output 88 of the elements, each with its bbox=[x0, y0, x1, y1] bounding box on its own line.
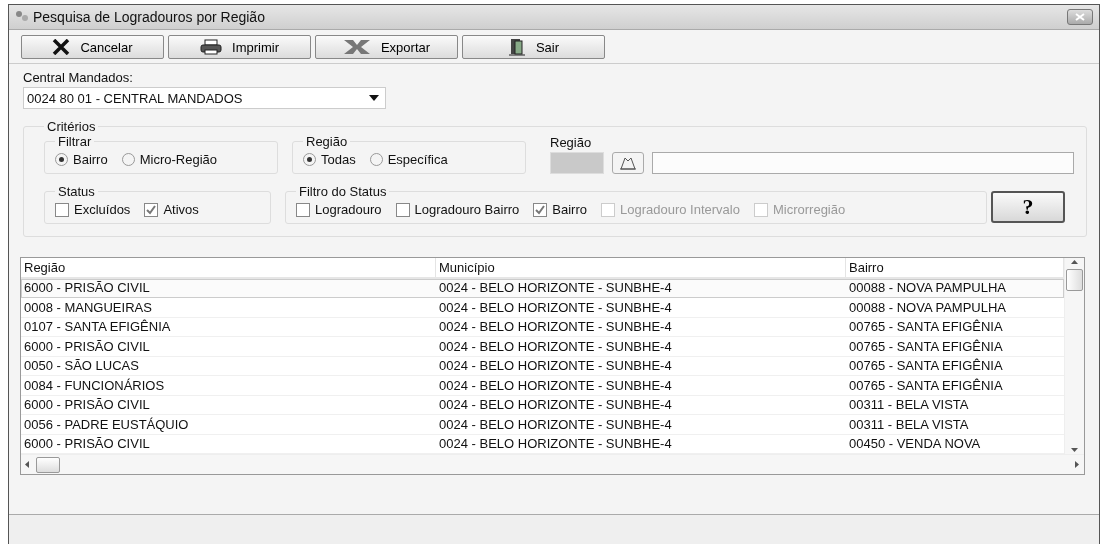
table-cell-text: 00088 - NOVA PAMPULHA bbox=[848, 299, 1008, 315]
table-cell-text: 0024 - BELO HORIZONTE - SUNBHE-4 bbox=[438, 338, 673, 354]
table-cell-text: 00765 - SANTA EFIGÊNIA bbox=[848, 319, 1004, 335]
table-cell-text: 00450 - VENDA NOVA bbox=[848, 436, 982, 452]
scroll-arrow-icon[interactable] bbox=[1071, 447, 1078, 452]
export-button[interactable]: Exportar bbox=[315, 35, 458, 59]
checkbox[interactable] bbox=[533, 202, 548, 217]
table-cell-text: 0024 - BELO HORIZONTE - SUNBHE-4 bbox=[438, 416, 673, 432]
print-button[interactable]: Imprimir bbox=[168, 35, 311, 59]
option-label: Excluídos bbox=[74, 202, 131, 217]
table-cell-text: 0084 - FUNCIONÁRIOS bbox=[23, 377, 166, 393]
dropdown-arrow-icon bbox=[369, 95, 379, 101]
column-header[interactable]: Município bbox=[436, 258, 846, 277]
radio-button[interactable] bbox=[369, 153, 383, 166]
exit-button[interactable]: Sair bbox=[462, 35, 605, 59]
lookup-button[interactable] bbox=[612, 152, 644, 174]
vertical-scrollbar[interactable] bbox=[1064, 258, 1084, 454]
table-row[interactable]: 0056 - PADRE EUSTÁQUIO 0024 - BELO HORIZONTE - SUNBHE-4 00311 - BELA VISTA bbox=[21, 415, 1064, 435]
option-label: Logradouro Bairro bbox=[414, 202, 520, 217]
cross-icon bbox=[52, 39, 71, 55]
option-label: Logradouro bbox=[315, 202, 382, 217]
table-cell-text: 0024 - BELO HORIZONTE - SUNBHE-4 bbox=[438, 377, 673, 393]
table-cell-text: 6000 - PRISÃO CIVIL bbox=[23, 436, 151, 452]
table-row[interactable]: 0008 - MANGUEIRAS 0024 - BELO HORIZONTE - SUNBHE-4 00088 - NOVA PAMPULHA bbox=[21, 298, 1064, 318]
table-cell-text: 0024 - BELO HORIZONTE - SUNBHE-4 bbox=[438, 436, 673, 452]
table-cell-text: 0008 - MANGUEIRAS bbox=[23, 299, 153, 315]
table-cell-text: 6000 - PRISÃO CIVIL bbox=[23, 397, 151, 413]
table-cell-text: 0024 - BELO HORIZONTE - SUNBHE-4 bbox=[438, 299, 673, 315]
help-button[interactable]: ? bbox=[991, 191, 1065, 223]
checkbox[interactable] bbox=[55, 202, 69, 217]
radio-button[interactable] bbox=[303, 153, 316, 166]
group-title: Status bbox=[57, 184, 96, 199]
scroll-thumb[interactable] bbox=[1066, 269, 1083, 291]
dropdown[interactable]: 0024 80 01 - CENTRAL MANDADOS bbox=[23, 87, 386, 109]
radio-button[interactable] bbox=[55, 153, 68, 166]
arrows-icon bbox=[342, 39, 371, 55]
close-button[interactable] bbox=[1067, 9, 1093, 25]
table-cell-text: 0056 - PADRE EUSTÁQUIO bbox=[23, 416, 190, 432]
group-title: Filtro do Status bbox=[298, 184, 388, 199]
table-cell-text: 00765 - SANTA EFIGÊNIA bbox=[848, 377, 1004, 393]
table-cell-text: 00311 - BELA VISTA bbox=[848, 416, 970, 432]
scroll-arrow-icon[interactable] bbox=[1071, 260, 1078, 265]
option-label: Microrregião bbox=[772, 202, 846, 217]
table-cell-text: 0107 - SANTA EFIGÊNIA bbox=[23, 319, 172, 335]
printer-icon bbox=[200, 39, 223, 55]
radio-button[interactable] bbox=[121, 153, 135, 166]
table-cell-text: 00765 - SANTA EFIGÊNIA bbox=[848, 358, 1004, 374]
option-label: Ativos bbox=[163, 202, 199, 217]
table-cell-text: 00311 - BELA VISTA bbox=[848, 397, 970, 413]
text-field[interactable] bbox=[652, 152, 1074, 174]
table-cell-text: 0050 - SÃO LUCAS bbox=[23, 358, 140, 374]
option-label: Específica bbox=[387, 152, 448, 167]
cancel-button[interactable]: Cancelar bbox=[21, 35, 164, 59]
table-cell-text: 0024 - BELO HORIZONTE - SUNBHE-4 bbox=[438, 280, 673, 296]
table-cell-text: 6000 - PRISÃO CIVIL bbox=[23, 338, 151, 354]
table-row[interactable]: 0107 - SANTA EFIGÊNIA 0024 - BELO HORIZONTE - SUNBHE-4 00765 - SANTA EFIGÊNIA bbox=[21, 317, 1064, 337]
option-label: Logradouro Intervalo bbox=[620, 202, 740, 217]
table-cell-text: 00765 - SANTA EFIGÊNIA bbox=[848, 338, 1004, 354]
door-icon bbox=[507, 38, 526, 56]
table-cell-text: 0024 - BELO HORIZONTE - SUNBHE-4 bbox=[438, 319, 673, 335]
checkbox[interactable] bbox=[144, 202, 159, 217]
table-row[interactable]: 0084 - FUNCIONÁRIOS 0024 - BELO HORIZONTE - SUNBHE-4 00765 - SANTA EFIGÊNIA bbox=[21, 376, 1064, 396]
table-cell-text: 6000 - PRISÃO CIVIL bbox=[23, 280, 151, 296]
checkbox[interactable] bbox=[395, 202, 410, 217]
table-row[interactable]: 6000 - PRISÃO CIVIL 0024 - BELO HORIZONTE - SUNBHE-4 00311 - BELA VISTA bbox=[21, 395, 1064, 415]
scroll-thumb[interactable] bbox=[36, 456, 60, 473]
table-cell-text: 00088 - NOVA PAMPULHA bbox=[848, 280, 1008, 296]
option-label: Bairro bbox=[552, 202, 587, 217]
group-title: Filtrar bbox=[57, 134, 93, 149]
field-label: Central Mandados: bbox=[23, 70, 134, 85]
table-row[interactable]: 6000 - PRISÃO CIVIL 0024 - BELO HORIZONTE - SUNBHE-4 00765 - SANTA EFIGÊNIA bbox=[21, 337, 1064, 357]
table-row[interactable]: 0050 - SÃO LUCAS 0024 - BELO HORIZONTE - SUNBHE-4 00765 - SANTA EFIGÊNIA bbox=[21, 356, 1064, 376]
option-label: Bairro bbox=[73, 152, 108, 167]
scroll-arrow-icon[interactable] bbox=[25, 461, 30, 468]
table-cell-text: 0024 - BELO HORIZONTE - SUNBHE-4 bbox=[438, 358, 673, 374]
group-title: Região bbox=[305, 134, 349, 149]
scroll-arrow-icon[interactable] bbox=[1075, 461, 1080, 468]
option-label: Micro-Região bbox=[139, 152, 217, 167]
field-label: Região bbox=[550, 135, 593, 150]
table-cell-text: 0024 - BELO HORIZONTE - SUNBHE-4 bbox=[438, 397, 673, 413]
window-title: Pesquisa de Logradouros por Região bbox=[33, 9, 266, 25]
group-title: Critérios bbox=[46, 119, 97, 134]
column-header[interactable]: Região bbox=[21, 258, 436, 277]
table-row[interactable]: 6000 - PRISÃO CIVIL 0024 - BELO HORIZONTE - SUNBHE-4 00088 - NOVA PAMPULHA bbox=[21, 278, 1064, 298]
option-label: Todas bbox=[321, 152, 356, 167]
checkbox[interactable] bbox=[296, 202, 310, 217]
horizontal-scrollbar[interactable] bbox=[21, 454, 1084, 474]
close-icon bbox=[1075, 13, 1085, 21]
